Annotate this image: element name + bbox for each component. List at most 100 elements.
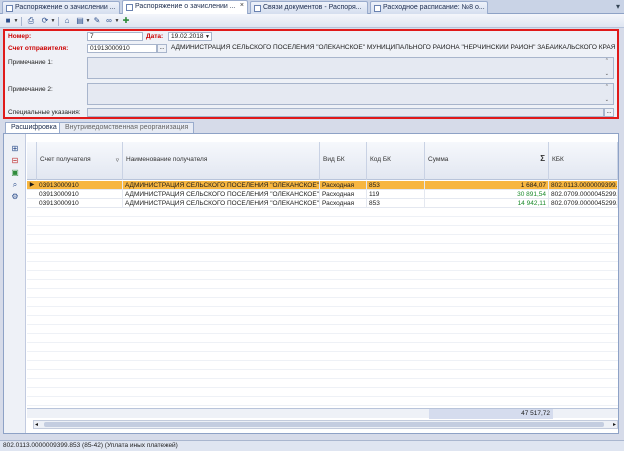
cell-code: 853: [367, 199, 425, 208]
cell-kbk: 802.0709.0000045299.8: [551, 199, 618, 208]
cell-type: Расходная: [320, 190, 367, 199]
close-icon[interactable]: ×: [240, 2, 244, 9]
tab-document-2[interactable]: Распоряжение о зачислении ... ×: [122, 0, 248, 14]
chevron-right-icon[interactable]: ▸: [613, 421, 616, 428]
tab-overflow-chevron-icon[interactable]: ▾: [616, 2, 620, 11]
empty-grid-row: [27, 235, 618, 244]
cell-code: 853: [367, 181, 425, 190]
tab-document-links[interactable]: Связи документов - Распоря...: [250, 1, 368, 14]
cell-kbk: 802.0113.0000009399.8: [551, 181, 618, 190]
empty-grid-row: [27, 343, 618, 352]
tab-label: Связи документов - Распоря...: [263, 4, 362, 11]
account-label: Счет отправителя:: [8, 45, 69, 52]
column-header-type[interactable]: Вид БК: [320, 142, 367, 180]
column-header-name[interactable]: Наименование получателя: [123, 142, 320, 180]
total-sum: 47 517,72: [429, 409, 553, 419]
empty-grid-row: [27, 280, 618, 289]
cell-account: 03913000910: [37, 199, 123, 208]
column-header-code[interactable]: Код БК: [367, 142, 425, 180]
date-value: 19.02.2018: [171, 33, 204, 40]
tab-label: Распоряжение о зачислении ...: [135, 3, 236, 10]
chevron-down-icon[interactable]: ▼: [50, 16, 56, 26]
link-icon[interactable]: ∞: [104, 16, 114, 26]
chevron-down-icon[interactable]: ▼: [205, 33, 210, 40]
empty-grid-row: [27, 226, 618, 235]
cell-sum: 14 942,11: [425, 199, 549, 208]
empty-grid-row: [27, 208, 618, 217]
special-field[interactable]: [87, 108, 604, 117]
grid-footer: 47 517,72: [27, 408, 618, 419]
document-header-form: Номер: 7 Дата: 19.02.2018 ▼ Счет отправи…: [3, 29, 619, 119]
chevron-down-icon[interactable]: ⌄: [605, 97, 609, 103]
empty-grid-row: [27, 217, 618, 226]
note1-field[interactable]: [87, 57, 614, 79]
cell-name: АДМИНИСТРАЦИЯ СЕЛЬСКОГО ПОСЕЛЕНИЯ "ОЛЕКА…: [125, 190, 320, 199]
tab-label: Распоряжение о зачислении ...: [15, 4, 116, 11]
tab-breakdown[interactable]: Расшифровка: [5, 122, 63, 133]
tab-expense-schedule[interactable]: Расходное расписание: №8 о...: [370, 1, 488, 14]
column-header-kbk[interactable]: КБК: [549, 142, 618, 180]
cell-name: АДМИНИСТРАЦИЯ СЕЛЬСКОГО ПОСЕЛЕНИЯ "ОЛЕКА…: [125, 181, 320, 190]
date-field[interactable]: 19.02.2018 ▼: [168, 32, 212, 41]
cell-kbk: 802.0709.0000045299.1: [551, 190, 618, 199]
chevron-down-icon[interactable]: ⌄: [605, 71, 609, 77]
table-row[interactable]: 03913000910 АДМИНИСТРАЦИЯ СЕЛЬСКОГО ПОСЕ…: [27, 199, 618, 208]
table-row[interactable]: 03913000910 АДМИНИСТРАЦИЯ СЕЛЬСКОГО ПОСЕ…: [27, 190, 618, 199]
breakdown-panel: ⊞ ⊟ ▣ ⌕ ⚙ Счет получателя ▿ Наименование…: [3, 133, 619, 434]
settings-icon[interactable]: ⚙: [10, 192, 20, 201]
note1-label: Примечание 1:: [8, 59, 53, 66]
scrollbar-thumb[interactable]: [44, 422, 604, 427]
save-icon[interactable]: ■: [3, 16, 13, 26]
account-field[interactable]: 01913000910: [87, 44, 157, 53]
empty-grid-row: [27, 307, 618, 316]
chevron-down-icon[interactable]: ▼: [85, 16, 91, 26]
sum-icon[interactable]: Σ: [540, 154, 545, 163]
cell-code: 119: [367, 190, 425, 199]
column-header-sum[interactable]: Сумма Σ: [425, 142, 549, 180]
lock-icon[interactable]: ⌂: [62, 16, 72, 26]
edit-icon[interactable]: ✎: [92, 16, 102, 26]
tab-document-1[interactable]: Распоряжение о зачислении ...: [2, 1, 120, 14]
refresh-icon[interactable]: ⟳: [40, 16, 50, 26]
note2-label: Примечание 2:: [8, 86, 53, 93]
chevron-up-icon[interactable]: ⌃: [605, 58, 609, 64]
account-lookup-button[interactable]: ...: [157, 44, 167, 53]
search-icon[interactable]: ⌕: [10, 180, 20, 189]
column-label: Счет получателя: [40, 156, 91, 163]
cell-name: АДМИНИСТРАЦИЯ СЕЛЬСКОГО ПОСЕЛЕНИЯ "ОЛЕКА…: [125, 199, 320, 208]
table-row[interactable]: ▶ 03913000910 АДМИНИСТРАЦИЯ СЕЛЬСКОГО ПО…: [27, 181, 618, 190]
cell-account: 03913000910: [37, 190, 123, 199]
breakdown-grid: Счет получателя ▿ Наименование получател…: [27, 134, 618, 433]
empty-grid-row: [27, 244, 618, 253]
number-field[interactable]: 7: [87, 32, 143, 41]
toolbar-divider: [58, 17, 59, 26]
sync-icon[interactable]: ✚: [121, 16, 131, 26]
column-header-account[interactable]: Счет получателя ▿: [37, 142, 123, 180]
account-name: АДМИНИСТРАЦИЯ СЕЛЬСКОГО ПОСЕЛЕНИЯ "ОЛЕКА…: [171, 44, 615, 51]
add-row-icon[interactable]: ⊞: [10, 144, 20, 153]
cell-type: Расходная: [320, 181, 367, 190]
toolbar: ■ ▼ ⎙ ⟳ ▼ ⌂ ▤ ▼ ✎ ∞ ▼ ✚: [0, 14, 624, 28]
chevron-up-icon[interactable]: ⌃: [605, 84, 609, 90]
print-icon[interactable]: ⎙: [26, 16, 36, 26]
horizontal-scrollbar[interactable]: ◂ ▸: [33, 420, 618, 429]
row-toolbar: ⊞ ⊟ ▣ ⌕ ⚙: [4, 134, 26, 433]
delete-row-icon[interactable]: ⊟: [10, 156, 20, 165]
fill-icon[interactable]: ▣: [10, 168, 20, 177]
document-icon: [126, 4, 133, 11]
tab-reorganization[interactable]: Внутриведомственная реорганизация: [59, 122, 195, 133]
note2-field[interactable]: [87, 83, 614, 105]
chevron-left-icon[interactable]: ◂: [35, 421, 38, 428]
special-lookup-button[interactable]: ...: [604, 108, 614, 117]
document-icon[interactable]: ▤: [75, 16, 85, 26]
filter-icon[interactable]: ▿: [116, 156, 119, 164]
special-label: Специальные указания:: [8, 109, 81, 116]
document-tab-strip: Распоряжение о зачислении ... Распоряжен…: [0, 0, 624, 14]
tab-label: Расходное расписание: №8 о...: [383, 4, 485, 11]
grid-header: Счет получателя ▿ Наименование получател…: [27, 142, 618, 180]
chevron-down-icon[interactable]: ▼: [13, 16, 19, 26]
toolbar-divider: [21, 17, 22, 26]
detail-tabs: Расшифровка Внутриведомственная реоргани…: [3, 122, 619, 133]
cell-sum: 30 891,54: [425, 190, 549, 199]
chevron-down-icon[interactable]: ▼: [114, 16, 120, 26]
